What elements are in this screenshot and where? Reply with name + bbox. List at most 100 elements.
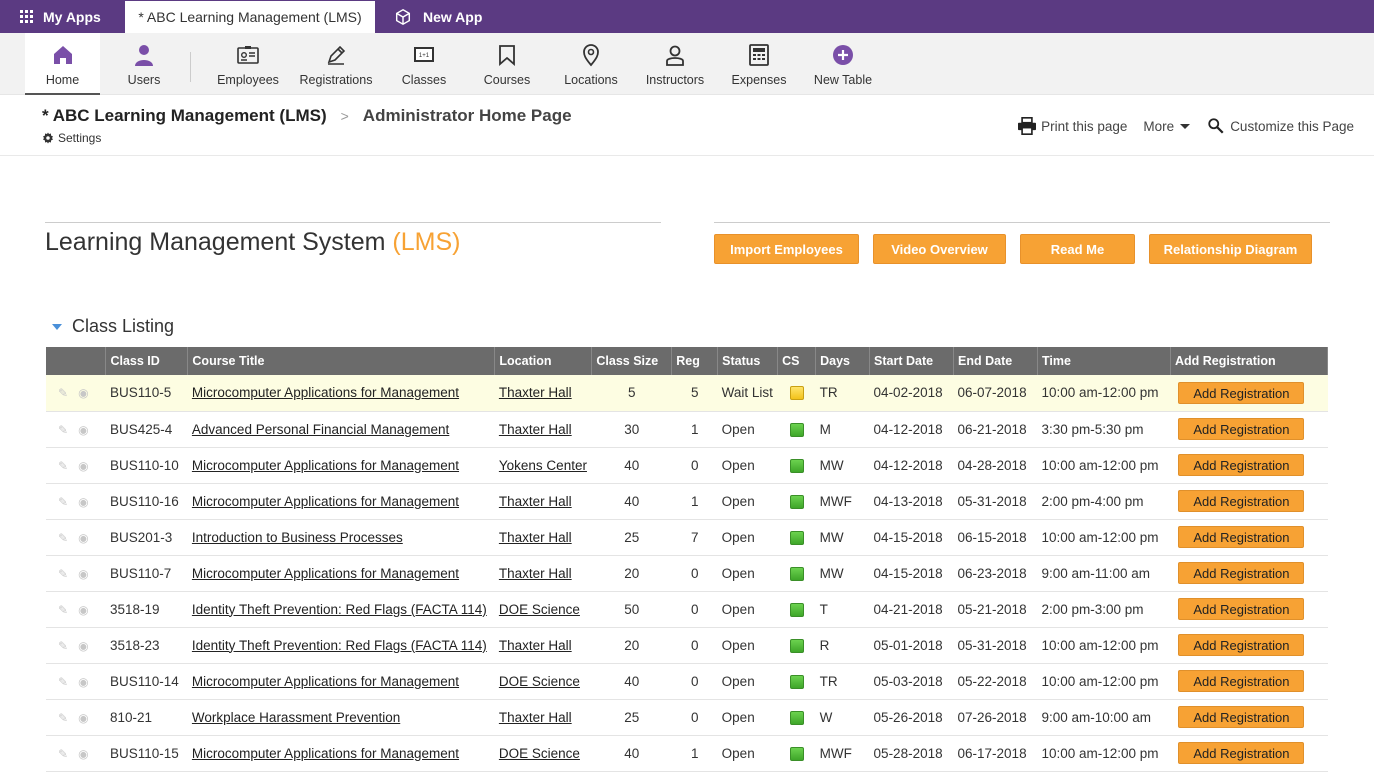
table-row[interactable]: ✎ ◉ BUS201-3 Introduction to Business Proce…: [46, 519, 1328, 556]
view-eye-icon[interactable]: ◉: [78, 603, 88, 617]
read-me-button[interactable]: Read Me: [1020, 234, 1135, 264]
view-eye-icon[interactable]: ◉: [78, 747, 88, 761]
course-title-link[interactable]: Microcomputer Applications for Managemen…: [187, 447, 495, 484]
course-title-link[interactable]: Microcomputer Applications for Managemen…: [187, 375, 495, 412]
edit-pencil-icon[interactable]: ✎: [58, 567, 68, 581]
edit-pencil-icon[interactable]: ✎: [58, 711, 68, 725]
table-row[interactable]: ✎ ◉ 3518-23 Identity Theft Prevention: Red …: [46, 627, 1328, 664]
add-registration-button[interactable]: Add Registration: [1178, 526, 1305, 548]
edit-pencil-icon[interactable]: ✎: [58, 603, 68, 617]
location-link[interactable]: Thaxter Hall: [494, 519, 592, 556]
location-text[interactable]: Thaxter Hall: [499, 530, 572, 545]
add-registration-button[interactable]: Add Registration: [1178, 598, 1305, 620]
table-row[interactable]: ✎ ◉ 3518-19 Identity Theft Prevention: Red …: [46, 591, 1328, 628]
course-title-link[interactable]: Advanced Personal Financial Management: [187, 411, 495, 448]
new-app-button[interactable]: New App: [394, 0, 482, 33]
column-header-time[interactable]: Time: [1037, 347, 1171, 375]
course-title-text[interactable]: Introduction to Business Processes: [192, 530, 403, 545]
view-eye-icon[interactable]: ◉: [78, 386, 88, 400]
location-link[interactable]: DOE Science: [494, 591, 592, 628]
add-registration-button[interactable]: Add Registration: [1178, 381, 1305, 404]
nav-instructors[interactable]: Instructors: [642, 33, 708, 95]
course-title-text[interactable]: Microcomputer Applications for Managemen…: [192, 566, 459, 581]
view-eye-icon[interactable]: ◉: [78, 711, 88, 725]
edit-pencil-icon[interactable]: ✎: [58, 675, 68, 689]
edit-pencil-icon[interactable]: ✎: [58, 747, 68, 761]
table-row[interactable]: ✎ ◉ BUS110-16 Microcomputer Applications fo…: [46, 483, 1328, 520]
course-title-link[interactable]: Microcomputer Applications for Managemen…: [187, 663, 495, 700]
more-dropdown[interactable]: More: [1143, 119, 1191, 134]
breadcrumb-app[interactable]: * ABC Learning Management (LMS): [42, 106, 327, 126]
add-registration-button[interactable]: Add Registration: [1178, 634, 1305, 656]
course-title-text[interactable]: Microcomputer Applications for Managemen…: [192, 674, 459, 689]
view-eye-icon[interactable]: ◉: [78, 675, 88, 689]
course-title-text[interactable]: Microcomputer Applications for Managemen…: [192, 385, 459, 400]
edit-pencil-icon[interactable]: ✎: [58, 495, 68, 509]
add-registration-button[interactable]: Add Registration: [1178, 742, 1305, 764]
print-button[interactable]: Print this page: [1017, 117, 1127, 135]
column-header-days[interactable]: Days: [815, 347, 871, 375]
location-text[interactable]: Yokens Center: [499, 458, 587, 473]
tab-abc-lms[interactable]: * ABC Learning Management (LMS): [125, 1, 375, 33]
course-title-text[interactable]: Microcomputer Applications for Managemen…: [192, 458, 459, 473]
class-listing-toggle[interactable]: Class Listing: [52, 316, 174, 337]
view-eye-icon[interactable]: ◉: [78, 423, 88, 437]
location-link[interactable]: Thaxter Hall: [494, 375, 592, 412]
my-apps-button[interactable]: My Apps: [0, 0, 124, 33]
nav-new-table[interactable]: New Table: [810, 33, 876, 95]
table-row[interactable]: ✎ ◉ BUS110-14 Microcomputer Applications fo…: [46, 663, 1328, 700]
table-row[interactable]: ✎ ◉ BUS110-7 Microcomputer Applications for…: [46, 555, 1328, 592]
table-row[interactable]: ✎ ◉ 810-21 Workplace Harassment Prevention T…: [46, 699, 1328, 736]
location-link[interactable]: Thaxter Hall: [494, 411, 592, 448]
location-link[interactable]: Thaxter Hall: [494, 699, 592, 736]
column-header-course-title[interactable]: Course Title: [187, 347, 496, 375]
add-registration-button[interactable]: Add Registration: [1178, 670, 1305, 692]
edit-pencil-icon[interactable]: ✎: [58, 459, 68, 473]
edit-pencil-icon[interactable]: ✎: [58, 639, 68, 653]
location-text[interactable]: DOE Science: [499, 674, 580, 689]
location-text[interactable]: Thaxter Hall: [499, 422, 572, 437]
column-header-reg[interactable]: Reg: [671, 347, 719, 375]
location-link[interactable]: DOE Science: [494, 735, 592, 772]
settings-link[interactable]: Settings: [42, 131, 101, 145]
location-link[interactable]: Thaxter Hall: [494, 483, 592, 520]
course-title-link[interactable]: Microcomputer Applications for Managemen…: [187, 555, 495, 592]
location-text[interactable]: Thaxter Hall: [499, 385, 572, 400]
add-registration-button[interactable]: Add Registration: [1178, 490, 1305, 512]
customize-page-button[interactable]: Customize this Page: [1206, 117, 1354, 135]
course-title-link[interactable]: Identity Theft Prevention: Red Flags (FA…: [187, 627, 495, 664]
location-text[interactable]: Thaxter Hall: [499, 494, 572, 509]
column-header-status[interactable]: Status: [717, 347, 779, 375]
nav-home[interactable]: Home: [25, 33, 100, 95]
nav-courses[interactable]: Courses: [478, 33, 536, 95]
nav-users[interactable]: Users: [114, 33, 174, 95]
column-header-class-size[interactable]: Class Size: [591, 347, 673, 375]
location-link[interactable]: Thaxter Hall: [494, 627, 592, 664]
add-registration-button[interactable]: Add Registration: [1178, 418, 1305, 440]
import-employees-button[interactable]: Import Employees: [714, 234, 859, 264]
nav-employees[interactable]: Employees: [212, 33, 284, 95]
location-text[interactable]: DOE Science: [499, 602, 580, 617]
view-eye-icon[interactable]: ◉: [78, 639, 88, 653]
location-text[interactable]: Thaxter Hall: [499, 638, 572, 653]
table-row[interactable]: ✎ ◉ BUS425-4 Advanced Personal Financial Ma…: [46, 411, 1328, 448]
course-title-link[interactable]: Microcomputer Applications for Managemen…: [187, 483, 495, 520]
location-link[interactable]: DOE Science: [494, 663, 592, 700]
table-row[interactable]: ✎ ◉ BUS110-5 Microcomputer Applications for…: [46, 375, 1328, 412]
location-text[interactable]: Thaxter Hall: [499, 566, 572, 581]
course-title-link[interactable]: Identity Theft Prevention: Red Flags (FA…: [187, 591, 495, 628]
view-eye-icon[interactable]: ◉: [78, 567, 88, 581]
column-header-end-date[interactable]: End Date: [953, 347, 1038, 375]
course-title-text[interactable]: Workplace Harassment Prevention: [192, 710, 400, 725]
column-header-location[interactable]: Location: [494, 347, 593, 375]
view-eye-icon[interactable]: ◉: [78, 495, 88, 509]
location-link[interactable]: Thaxter Hall: [494, 555, 592, 592]
nav-expenses[interactable]: Expenses: [728, 33, 790, 95]
course-title-link[interactable]: Workplace Harassment Prevention: [187, 699, 495, 736]
course-title-text[interactable]: Identity Theft Prevention: Red Flags (FA…: [192, 602, 487, 617]
table-row[interactable]: ✎ ◉ BUS110-10 Microcomputer Applications fo…: [46, 447, 1328, 484]
view-eye-icon[interactable]: ◉: [78, 459, 88, 473]
edit-pencil-icon[interactable]: ✎: [58, 386, 68, 400]
location-link[interactable]: Yokens Center: [494, 447, 592, 484]
course-title-link[interactable]: Microcomputer Applications for Managemen…: [187, 735, 495, 772]
